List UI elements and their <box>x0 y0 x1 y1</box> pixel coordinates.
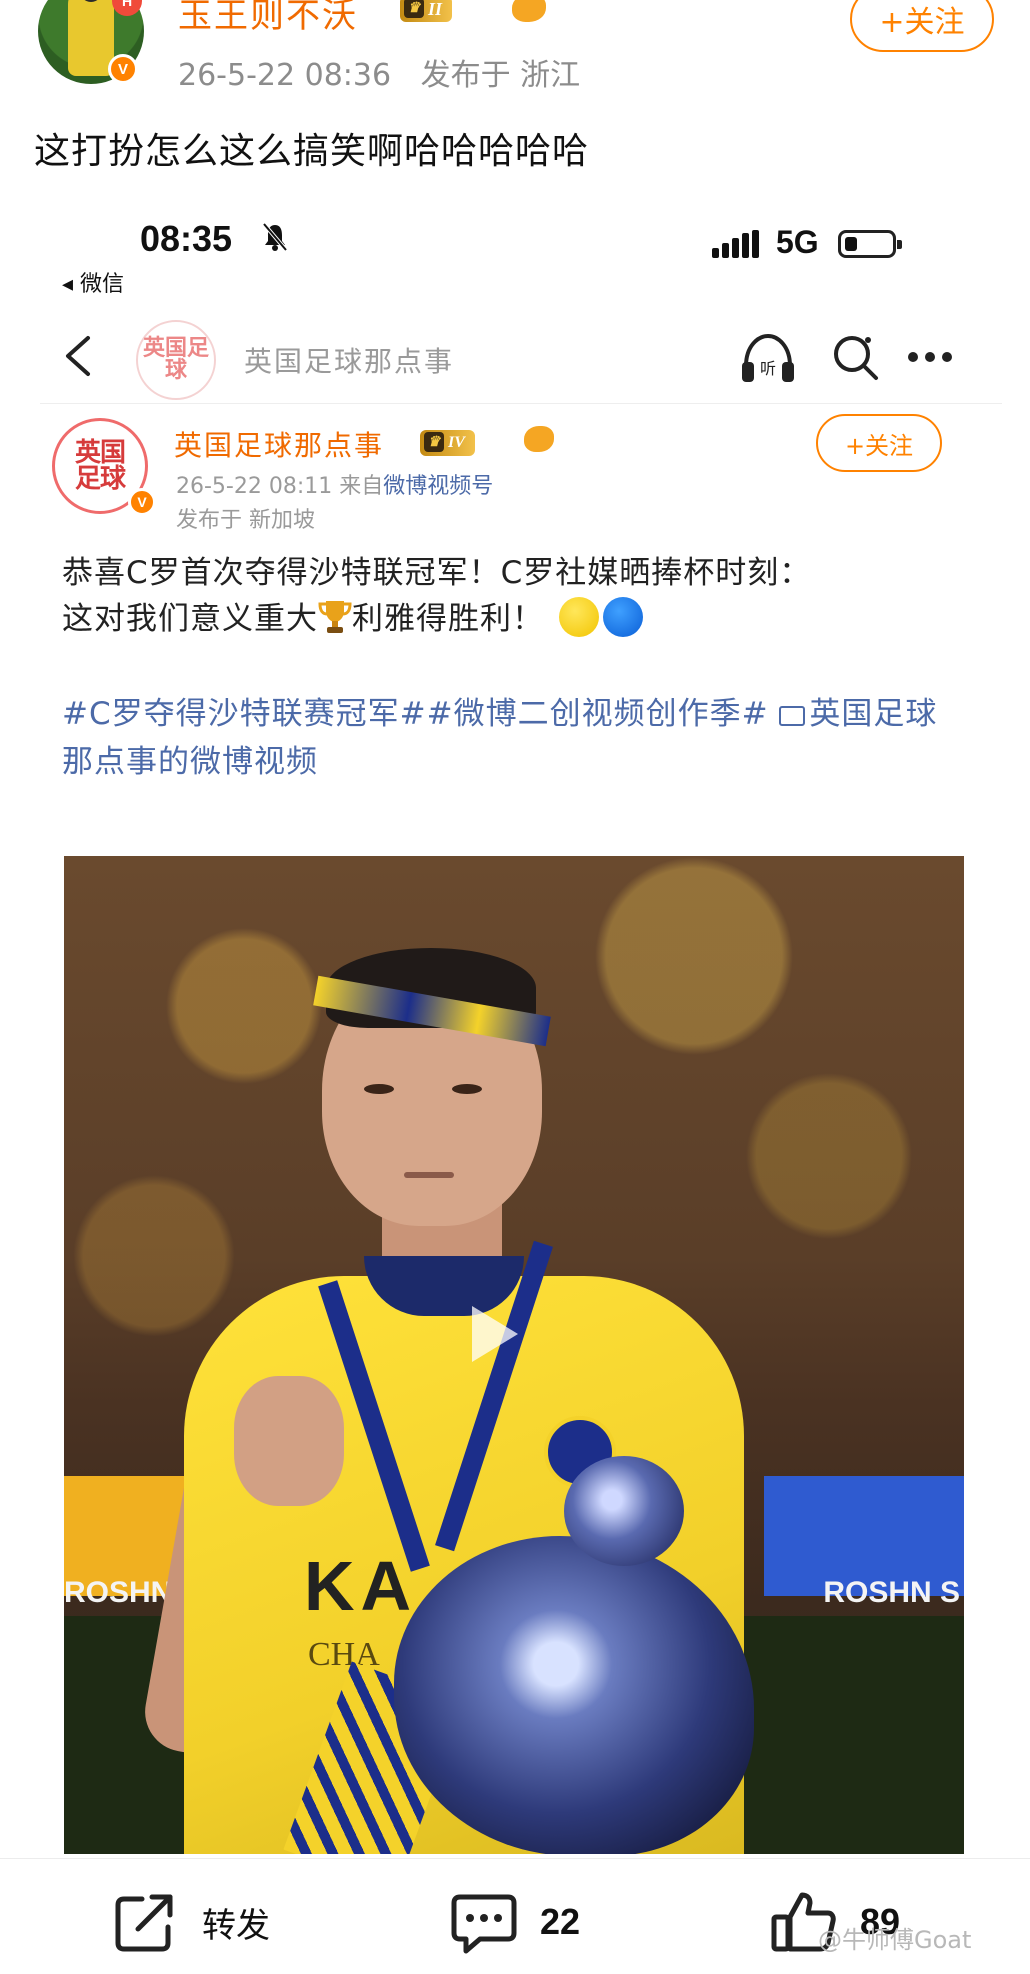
video-link-icon <box>779 706 806 726</box>
back-arrow-icon[interactable] <box>60 334 100 378</box>
status-back-to-app[interactable]: ◂ 微信 <box>62 266 124 298</box>
inner-fish-emoji-icon <box>524 426 554 452</box>
svg-text:听: 听 <box>760 359 776 378</box>
watermark: @牛师傅Goat <box>818 1926 972 1954</box>
bell-muted-icon <box>262 222 288 252</box>
action-bar: 转发 22 89 <box>0 1858 1030 1974</box>
trophy-icon <box>318 601 352 633</box>
battery-nub <box>897 240 902 249</box>
outer-timestamp: 26-5-22 08:36 <box>178 58 392 93</box>
nav-bar: 英国足球 英国足球那点事 听 <box>40 304 1002 404</box>
comment-icon <box>451 1894 517 1954</box>
inner-source-prefix: 来自 <box>339 474 384 499</box>
outer-level-badge: ♛ II <box>400 0 453 22</box>
inner-location: 发布于 新加坡 <box>176 508 315 533</box>
repost-label: 转发 <box>202 1905 270 1946</box>
player-mouth <box>404 1172 454 1178</box>
inner-post-body: 恭喜C罗首次夺得沙特联冠军！C罗社媒晒捧杯时刻： 这对我们意义重大 利雅得胜利！ <box>62 550 962 642</box>
play-icon[interactable] <box>466 1302 522 1366</box>
hashtag-links[interactable]: #C罗夺得沙特联赛冠军##微博二创视频创作季# <box>62 696 769 732</box>
inner-body-line-2b: 利雅得胜利！ <box>352 601 544 637</box>
outer-username[interactable]: 玉王则不沃 <box>178 0 358 37</box>
inner-username[interactable]: 英国足球那点事 <box>174 424 384 464</box>
jersey-sponsor-text: KA <box>304 1547 418 1625</box>
inner-body-line-1: 恭喜C罗首次夺得沙特联冠军！C罗社媒晒捧杯时刻： <box>62 555 812 591</box>
outer-level-text: II <box>428 0 443 19</box>
repost-icon <box>115 1894 173 1952</box>
inner-level-text: IV <box>448 434 465 451</box>
embedded-screenshot[interactable]: 08:35 ◂ 微信 5G 英国足球 英国足球那点事 听 英国 足球 V 英国足… <box>40 204 1002 1854</box>
inner-level-badge: ♛ IV <box>420 430 475 456</box>
inner-avatar-text-top: 英国 <box>74 438 126 468</box>
outer-meta: 26-5-22 08:36 发布于 浙江 <box>178 50 600 94</box>
trophy-lid <box>564 1456 684 1566</box>
verified-badge-icon: V <box>108 54 138 84</box>
inner-verified-badge-icon: V <box>128 488 156 516</box>
more-dots-icon[interactable] <box>906 350 954 364</box>
nav-avatar[interactable]: 英国足球 <box>136 320 216 400</box>
status-time: 08:35 <box>140 218 233 259</box>
comment-count: 22 <box>540 1901 581 1942</box>
inner-avatar-text-bottom: 足球 <box>74 464 126 494</box>
inner-timestamp: 26-5-22 08:11 <box>176 474 333 499</box>
ad-board-text-right: ROSHN S <box>823 1576 960 1609</box>
network-label: 5G <box>776 224 819 260</box>
inner-tags: #C罗夺得沙特联赛冠军##微博二创视频创作季# 英国足球那点事的微博视频 <box>62 690 962 786</box>
inner-body-line-2: 这对我们意义重大 利雅得胜利！ <box>62 596 962 642</box>
outer-location: 发布于 浙江 <box>420 58 581 93</box>
search-icon[interactable] <box>830 332 880 382</box>
player-eye-left <box>364 1084 394 1094</box>
player-fist <box>234 1376 344 1506</box>
blue-circle-icon <box>602 597 643 637</box>
inner-source-link[interactable]: 微博视频号 <box>383 474 493 499</box>
avatar-figure <box>68 0 114 76</box>
outer-follow-button[interactable]: +关注 <box>850 0 994 52</box>
headphone-listen-icon[interactable]: 听 <box>740 332 796 384</box>
inner-crown-icon: ♛ <box>424 432 444 452</box>
video-thumbnail[interactable]: ROSHN S ROSHN S KA CHA <box>64 856 964 1854</box>
inner-body-line-2a: 这对我们意义重大 <box>62 601 318 637</box>
nav-title: 英国足球那点事 <box>244 345 455 378</box>
battery-fill <box>845 237 857 251</box>
inner-meta: 26-5-22 08:11 来自微博视频号 <box>176 468 493 500</box>
battery-icon <box>838 230 902 258</box>
fish-emoji-icon <box>512 0 546 22</box>
signal-icon <box>712 230 759 258</box>
repost-button[interactable]: 转发 <box>112 1889 270 1955</box>
yellow-circle-icon <box>558 597 599 637</box>
crown-icon: ♛ <box>404 0 424 18</box>
inner-follow-button[interactable]: +关注 <box>816 414 942 472</box>
comment-button[interactable]: 22 <box>450 1889 580 1955</box>
outer-post-text: 这打扮怎么这么搞笑啊哈哈哈哈哈 <box>34 131 590 172</box>
player-eye-right <box>452 1084 482 1094</box>
